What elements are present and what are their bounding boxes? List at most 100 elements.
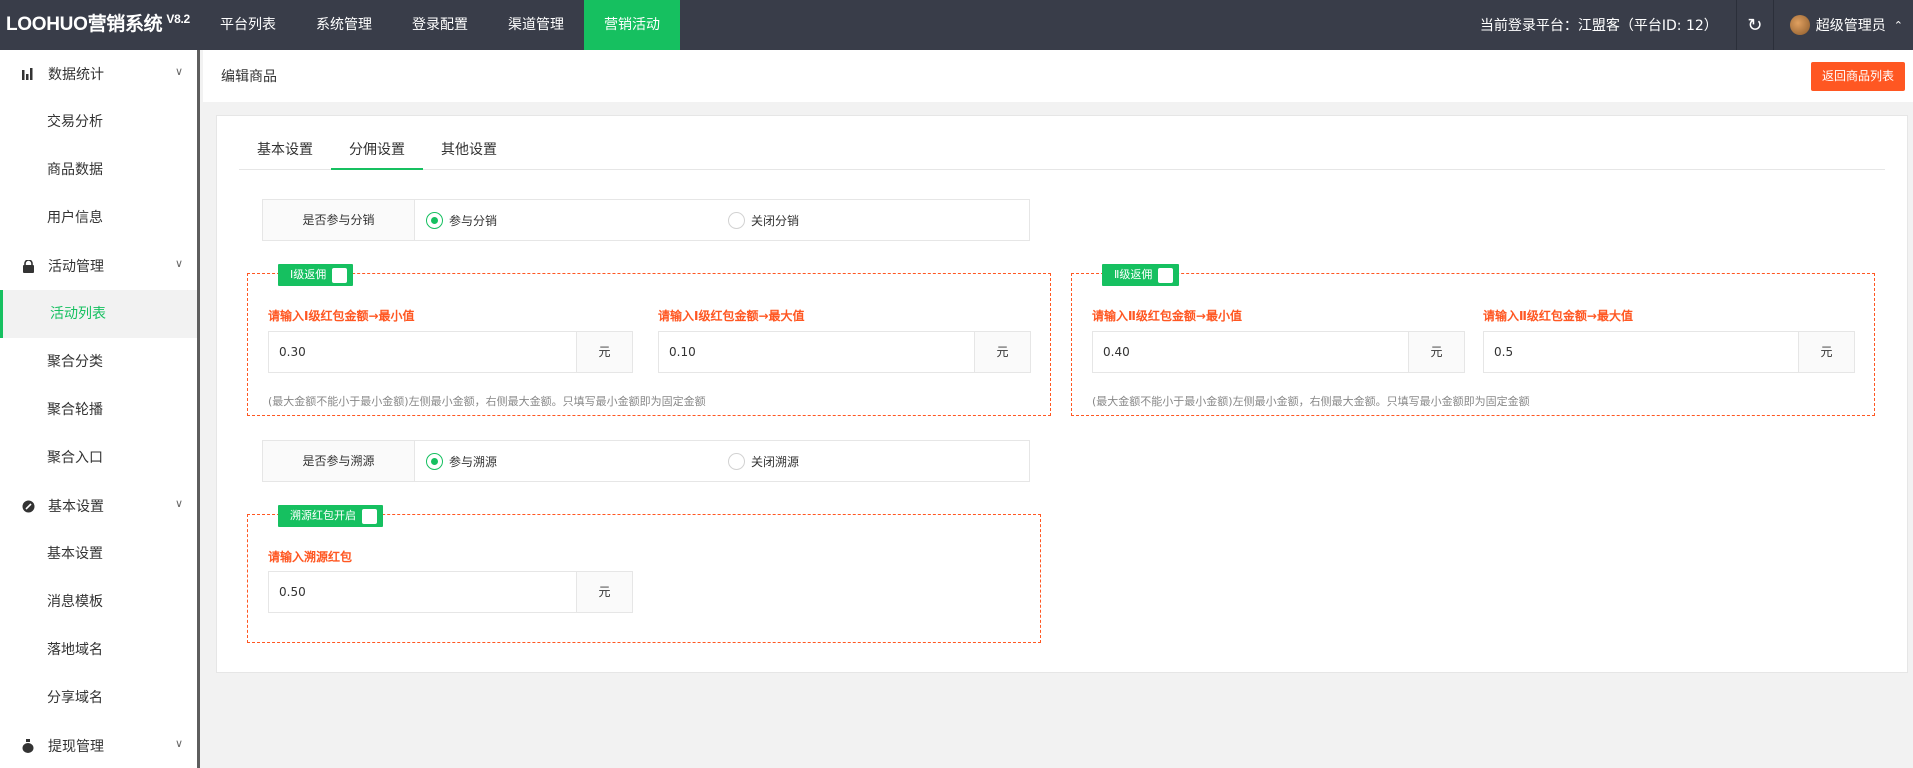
tab-basic-settings[interactable]: 基本设置 [239,130,331,170]
refresh-icon: ↻ [1747,14,1763,36]
user-name: 超级管理员 [1815,18,1886,34]
unit-addon: 元 [1798,332,1854,372]
level1-min-label: 请输入Ⅰ级红包金额→最小值 [268,309,415,323]
radio-label: 参与溯源 [449,455,498,469]
sidebar: 数据统计 ∨ 交易分析 商品数据 用户信息 活动管理 ∨ 活动列表 聚合分类 聚… [0,50,200,768]
unit-addon: 元 [974,332,1030,372]
header-right: 当前登录平台：江盟客（平台ID: 12） ↻ 超级管理员 ⌃ [1462,0,1913,50]
sidebar-item-aggregate-entry[interactable]: 聚合入口 [0,434,197,482]
sidebar-item-trade-analysis[interactable]: 交易分析 [0,98,197,146]
edit-card: 基本设置 分佣设置 其他设置 是否参与分销 参与分销 关闭分销 Ⅰ级返佣 请输入… [216,115,1908,673]
level2-commission-box: Ⅱ级返佣 请输入Ⅱ级红包金额→最小值 0.40 元 请输入Ⅱ级红包金额→最大值 … [1071,264,1875,416]
page-header: 编辑商品 返回商品列表 [203,50,1913,102]
nav-platform-list[interactable]: 平台列表 [200,0,296,50]
sidebar-item-activity-list[interactable]: 活动列表 [0,290,197,338]
nav-channel-manage[interactable]: 渠道管理 [488,0,584,50]
main-content: 编辑商品 返回商品列表 基本设置 分佣设置 其他设置 是否参与分销 参与分销 关… [203,50,1913,768]
sidebar-item-user-info[interactable]: 用户信息 [0,194,197,242]
user-menu[interactable]: 超级管理员 ⌃ [1774,0,1913,50]
level2-max-field[interactable]: 0.5 元 [1483,331,1855,373]
level1-max-label: 请输入Ⅰ级红包金额→最大值 [658,309,805,323]
settings-icon [20,498,36,514]
top-nav: 平台列表 系统管理 登录配置 渠道管理 营销活动 [200,0,680,50]
sidebar-item-product-data[interactable]: 商品数据 [0,146,197,194]
traceback-label: 是否参与溯源 [263,441,415,481]
trace-redpacket-legend-toggle[interactable]: 溯源红包开启 [278,505,383,527]
bar-chart-icon [20,66,36,82]
checkbox-icon [332,267,348,283]
version-badge: V8.2 [166,12,190,26]
checkbox-icon [1158,267,1174,283]
level1-commission-box: Ⅰ级返佣 请输入Ⅰ级红包金额→最小值 0.30 元 请输入Ⅰ级红包金额→最大值 … [247,264,1051,416]
trace-redpacket-label: 请输入溯源红包 [268,550,353,564]
level2-min-field[interactable]: 0.40 元 [1092,331,1465,373]
trace-redpacket-box: 溯源红包开启 请输入溯源红包 0.50 元 [247,505,1041,643]
sidebar-group-stats[interactable]: 数据统计 ∨ [0,50,197,98]
distribution-off-radio[interactable]: 关闭分销 [728,212,799,229]
avatar [1789,15,1810,35]
level1-max-field[interactable]: 0.10 元 [658,331,1031,373]
level1-min-input[interactable]: 0.30 [269,332,576,372]
sidebar-item-aggregate-carousel[interactable]: 聚合轮播 [0,386,197,434]
traceback-off-radio[interactable]: 关闭溯源 [728,453,799,470]
sidebar-item-aggregate-category[interactable]: 聚合分类 [0,338,197,386]
sidebar-item-message-template[interactable]: 消息模板 [0,578,197,626]
radio-label: 关闭溯源 [751,455,800,469]
refresh-button[interactable]: ↻ [1735,0,1774,50]
sidebar-item-basic-settings[interactable]: 基本设置 [0,530,197,578]
level1-max-input[interactable]: 0.10 [659,332,974,372]
traceback-row: 是否参与溯源 参与溯源 关闭溯源 [262,440,1030,482]
level2-max-label: 请输入Ⅱ级红包金额→最大值 [1483,309,1633,323]
chevron-up-icon: ⌃ [1893,18,1903,32]
level2-max-input[interactable]: 0.5 [1484,332,1798,372]
app-logo[interactable]: LOOHUO营销系统 V8.2 [6,0,190,50]
trace-redpacket-field[interactable]: 0.50 元 [268,571,633,613]
distribution-label: 是否参与分销 [263,200,415,240]
current-platform-text: 当前登录平台：江盟客（平台ID: 12） [1479,18,1718,34]
chevron-down-icon: ∨ [174,737,183,750]
level2-legend-toggle[interactable]: Ⅱ级返佣 [1102,264,1180,286]
sidebar-item-share-domain[interactable]: 分享域名 [0,674,197,722]
level2-min-input[interactable]: 0.40 [1093,332,1408,372]
tab-other-settings[interactable]: 其他设置 [423,130,515,170]
bag-icon [20,258,36,274]
radio-unchecked-icon [728,212,745,229]
nav-login-config[interactable]: 登录配置 [392,0,488,50]
back-to-product-list-button[interactable]: 返回商品列表 [1810,62,1905,91]
unit-addon: 元 [1408,332,1464,372]
level2-min-label: 请输入Ⅱ级红包金额→最小值 [1092,309,1242,323]
distribution-on-radio[interactable]: 参与分销 [426,212,497,229]
level1-hint: (最大金额不能小于最小金额)左侧最小金额，右侧最大金额。只填写最小金额即为固定金… [268,395,706,408]
sidebar-group-activity[interactable]: 活动管理 ∨ [0,242,197,290]
sidebar-group-label: 活动管理 [48,259,104,275]
sidebar-group-basic-settings[interactable]: 基本设置 ∨ [0,482,197,530]
radio-label: 参与分销 [449,214,498,228]
traceback-on-radio[interactable]: 参与溯源 [426,453,497,470]
sidebar-group-label: 数据统计 [48,67,104,83]
checkbox-icon [362,508,377,524]
nav-marketing[interactable]: 营销活动 [584,0,680,50]
legend-label: Ⅱ级返佣 [1114,268,1153,281]
level1-min-field[interactable]: 0.30 元 [268,331,633,373]
sidebar-item-landing-domain[interactable]: 落地域名 [0,626,197,674]
unit-addon: 元 [576,332,632,372]
tab-bar: 基本设置 分佣设置 其他设置 [239,130,1885,170]
radio-unchecked-icon [728,453,745,470]
top-header: LOOHUO营销系统 V8.2 平台列表 系统管理 登录配置 渠道管理 营销活动 … [0,0,1913,50]
legend-label: Ⅰ级返佣 [290,268,327,281]
logo-text: LOOHUO营销系统 [6,14,163,35]
money-bag-icon [20,738,36,754]
chevron-down-icon: ∨ [174,65,183,78]
legend-label: 溯源红包开启 [290,509,356,522]
radio-checked-icon [426,453,443,470]
nav-system-manage[interactable]: 系统管理 [296,0,392,50]
tab-commission-settings[interactable]: 分佣设置 [331,130,423,170]
sidebar-group-label: 基本设置 [48,499,104,515]
trace-redpacket-input[interactable]: 0.50 [269,572,576,612]
radio-checked-icon [426,212,443,229]
unit-addon: 元 [576,572,632,612]
page-title: 编辑商品 [221,69,277,85]
sidebar-group-label: 提现管理 [48,739,104,755]
sidebar-group-withdraw[interactable]: 提现管理 ∨ [0,722,197,768]
level1-legend-toggle[interactable]: Ⅰ级返佣 [278,264,354,286]
